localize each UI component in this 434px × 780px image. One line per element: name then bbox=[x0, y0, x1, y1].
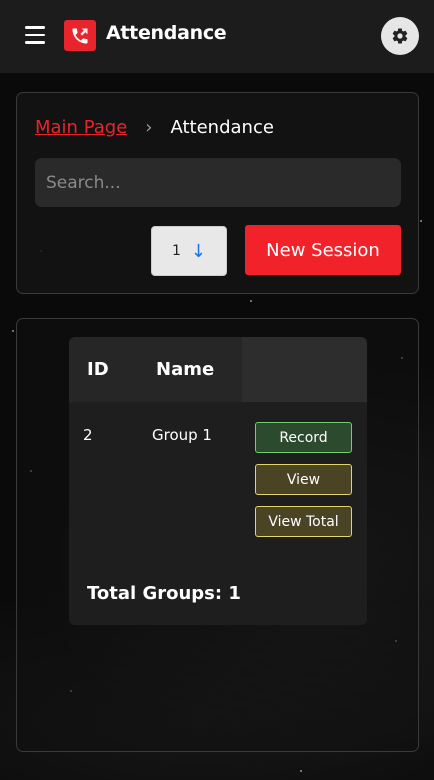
app-title: Attendance bbox=[106, 22, 227, 44]
phone-icon bbox=[64, 20, 96, 51]
breadcrumb-separator: › bbox=[145, 117, 153, 138]
column-header-actions bbox=[242, 337, 367, 402]
column-header-id: ID bbox=[87, 359, 109, 380]
view-total-button[interactable]: View Total bbox=[255, 506, 352, 537]
new-session-button[interactable]: New Session bbox=[245, 225, 401, 275]
total-groups-label: Total Groups: 1 bbox=[87, 583, 241, 604]
hamburger-menu-icon[interactable] bbox=[25, 26, 45, 44]
search-input[interactable] bbox=[35, 158, 401, 207]
record-button[interactable]: Record bbox=[255, 422, 352, 453]
view-button[interactable]: View bbox=[255, 464, 352, 495]
breadcrumb-current: Attendance bbox=[170, 117, 274, 138]
gear-icon bbox=[392, 28, 408, 44]
cell-id: 2 bbox=[83, 426, 93, 444]
breadcrumb: Main Page › Attendance bbox=[35, 117, 274, 138]
settings-button[interactable] bbox=[381, 17, 419, 55]
groups-card: ID Name 2 Group 1 Record View View Total… bbox=[16, 318, 419, 752]
controls-card: Main Page › Attendance 1 ↓ New Session bbox=[16, 92, 419, 294]
arrow-down-icon: ↓ bbox=[190, 240, 206, 262]
breadcrumb-main-page-link[interactable]: Main Page bbox=[35, 117, 127, 138]
groups-table: ID Name 2 Group 1 Record View View Total… bbox=[69, 337, 367, 625]
cell-name: Group 1 bbox=[152, 426, 212, 444]
top-app-bar: Attendance bbox=[0, 0, 434, 73]
table-header: ID Name bbox=[69, 337, 367, 402]
sort-button[interactable]: 1 ↓ bbox=[151, 226, 227, 276]
column-header-name: Name bbox=[156, 359, 215, 380]
sort-value: 1 bbox=[171, 243, 181, 259]
